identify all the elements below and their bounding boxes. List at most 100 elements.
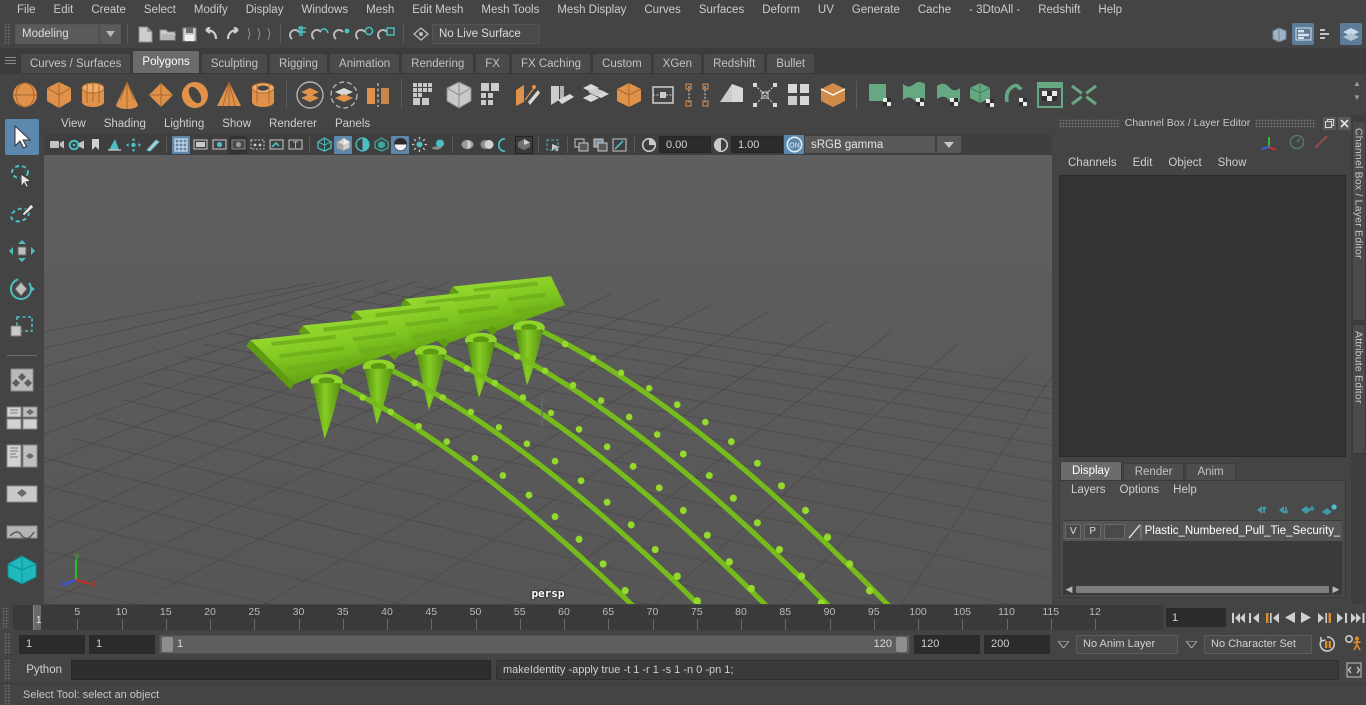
character-set-field[interactable]: No Character Set xyxy=(1204,634,1312,654)
layer-row[interactable]: V P Plastic_Numbered_Pull_Tie_Security_T xyxy=(1063,521,1342,541)
shelf-tab-bullet[interactable]: Bullet xyxy=(766,53,816,73)
shelf-tab-fx[interactable]: FX xyxy=(475,53,510,73)
scale-tool[interactable] xyxy=(5,309,39,345)
tool-settings-icon[interactable] xyxy=(1316,23,1338,45)
shelf-scroll-down-icon[interactable]: ▼ xyxy=(1350,91,1364,103)
restore-icon[interactable] xyxy=(1323,116,1336,130)
layer-name[interactable]: Plastic_Numbered_Pull_Tie_Security_T xyxy=(1145,525,1340,537)
select-object-bracket-icon[interactable]: ⟩ xyxy=(254,24,264,44)
snap-to-projected-center-icon[interactable] xyxy=(353,23,375,45)
boolean-union-icon[interactable] xyxy=(293,78,327,112)
shelf-scroll-up-icon[interactable]: ▲ xyxy=(1350,77,1364,89)
poly-torus-icon[interactable] xyxy=(178,78,212,112)
make-live-icon[interactable] xyxy=(410,23,432,45)
poly-pipe-icon[interactable] xyxy=(246,78,280,112)
viewport-menu-lighting[interactable]: Lighting xyxy=(155,115,213,134)
textured-icon[interactable] xyxy=(372,136,390,154)
range-slider-grip[interactable] xyxy=(4,633,11,655)
layer-list[interactable]: V P Plastic_Numbered_Pull_Tie_Security_T xyxy=(1063,520,1342,584)
viewport-menu-panels[interactable]: Panels xyxy=(326,115,379,134)
modeling-toolkit-icon[interactable] xyxy=(1268,23,1290,45)
poly-cylinder-icon[interactable] xyxy=(76,78,110,112)
resolution-gate-icon[interactable] xyxy=(210,136,228,154)
poly-pyramid-icon[interactable] xyxy=(212,78,246,112)
wireframe-icon[interactable] xyxy=(315,136,333,154)
shelf-tab-polygons[interactable]: Polygons xyxy=(132,50,200,73)
poly-sphere-icon[interactable] xyxy=(8,78,42,112)
outliner-persp-layout[interactable] xyxy=(5,476,39,512)
range-end-time-field[interactable]: 120 xyxy=(914,634,980,654)
smooth-shade-icon[interactable] xyxy=(334,135,352,154)
menu-item-uv[interactable]: UV xyxy=(809,0,843,20)
boolean-difference-icon[interactable] xyxy=(327,78,361,112)
go-to-end-icon[interactable] xyxy=(1349,608,1366,627)
exposure-value-field[interactable]: 0.00 xyxy=(659,136,711,153)
command-input-field[interactable] xyxy=(71,660,491,680)
single-pane-layout[interactable] xyxy=(5,400,39,436)
color-management-field[interactable]: sRGB gamma xyxy=(805,136,935,153)
scroll-right-icon[interactable]: ▶ xyxy=(1330,584,1342,595)
shelf-tab-redshift[interactable]: Redshift xyxy=(703,53,766,73)
range-start-time-field[interactable]: 1 xyxy=(89,634,155,654)
four-pane-layout[interactable] xyxy=(5,438,39,474)
separate-icon[interactable] xyxy=(476,78,510,112)
shelf-tab-xgen[interactable]: XGen xyxy=(652,53,703,73)
select-hierarchy-bracket-icon[interactable]: ⟩ xyxy=(244,24,254,44)
quad-draw-icon[interactable] xyxy=(748,78,782,112)
anim-layer-dropdown-arrow[interactable] xyxy=(1054,635,1072,654)
close-icon[interactable] xyxy=(1338,116,1351,130)
play-backwards-icon[interactable] xyxy=(1281,608,1298,627)
ambient-occlusion-icon[interactable] xyxy=(429,136,447,154)
channel-box-menu-channels[interactable]: Channels xyxy=(1060,153,1125,173)
layer-menu-options[interactable]: Options xyxy=(1113,481,1167,500)
append-polygon-icon[interactable] xyxy=(714,78,748,112)
uv-planar-icon[interactable] xyxy=(863,78,897,112)
menu-item-mesh-display[interactable]: Mesh Display xyxy=(548,0,635,20)
live-surface-field[interactable]: No Live Surface xyxy=(432,24,540,44)
auto-key-icon[interactable] xyxy=(1316,635,1338,654)
menu-item-file[interactable]: File xyxy=(8,0,45,20)
shelf-tab-sculpting[interactable]: Sculpting xyxy=(200,53,269,73)
grid-toggle-icon[interactable] xyxy=(172,135,190,154)
merge-icon[interactable] xyxy=(646,78,680,112)
animation-end-time-field[interactable]: 200 xyxy=(984,634,1050,654)
snap-to-grid-icon[interactable] xyxy=(287,23,309,45)
bevel-icon[interactable] xyxy=(544,78,578,112)
help-line-grip[interactable] xyxy=(4,683,11,705)
xray-active-icon[interactable] xyxy=(544,136,562,154)
uv-cut-icon[interactable] xyxy=(1067,78,1101,112)
viewport-menu-show[interactable]: Show xyxy=(213,115,260,134)
menu-set-selector[interactable]: Modeling xyxy=(15,24,99,44)
shelf-tab-curves-surfaces[interactable]: Curves / Surfaces xyxy=(20,53,132,73)
select-tool[interactable] xyxy=(5,119,39,155)
move-tool[interactable] xyxy=(5,233,39,269)
grease-pencil-icon[interactable] xyxy=(143,136,161,154)
multisample-icon[interactable] xyxy=(477,136,495,154)
command-line-grip[interactable] xyxy=(4,659,11,681)
new-scene-icon[interactable] xyxy=(134,23,156,45)
uv-automatic-icon[interactable] xyxy=(965,78,999,112)
shelf-tab-fx-caching[interactable]: FX Caching xyxy=(510,53,592,73)
paint-select-tool[interactable] xyxy=(5,195,39,231)
menu-item-curves[interactable]: Curves xyxy=(635,0,689,20)
viewport-menu-renderer[interactable]: Renderer xyxy=(260,115,326,134)
redo-icon[interactable] xyxy=(222,23,244,45)
scroll-thumb[interactable] xyxy=(1076,586,1329,593)
shelf-tab-animation[interactable]: Animation xyxy=(329,53,401,73)
uv-cylindrical-icon[interactable] xyxy=(897,78,931,112)
perspective-viewport[interactable]: y x z persp xyxy=(44,155,1052,604)
color-management-toggle-icon[interactable]: ON xyxy=(784,135,804,154)
gate-mask-icon[interactable] xyxy=(229,135,247,154)
layer-tab-anim[interactable]: Anim xyxy=(1185,463,1236,480)
menu-item-modify[interactable]: Modify xyxy=(185,0,237,20)
texture-borders-icon[interactable]: T xyxy=(286,136,304,154)
motion-blur-icon[interactable] xyxy=(458,136,476,154)
image-plane-icon[interactable] xyxy=(105,136,123,154)
gamma-gauge-icon[interactable] xyxy=(712,136,730,154)
camera-attributes-icon[interactable] xyxy=(67,136,85,154)
undo-icon[interactable] xyxy=(200,23,222,45)
channel-box-attribute-list[interactable] xyxy=(1059,175,1346,457)
attribute-editor-icon[interactable] xyxy=(1292,23,1314,45)
2d-pan-zoom-icon[interactable] xyxy=(124,136,142,154)
exposure-gauge-icon[interactable] xyxy=(640,136,658,154)
